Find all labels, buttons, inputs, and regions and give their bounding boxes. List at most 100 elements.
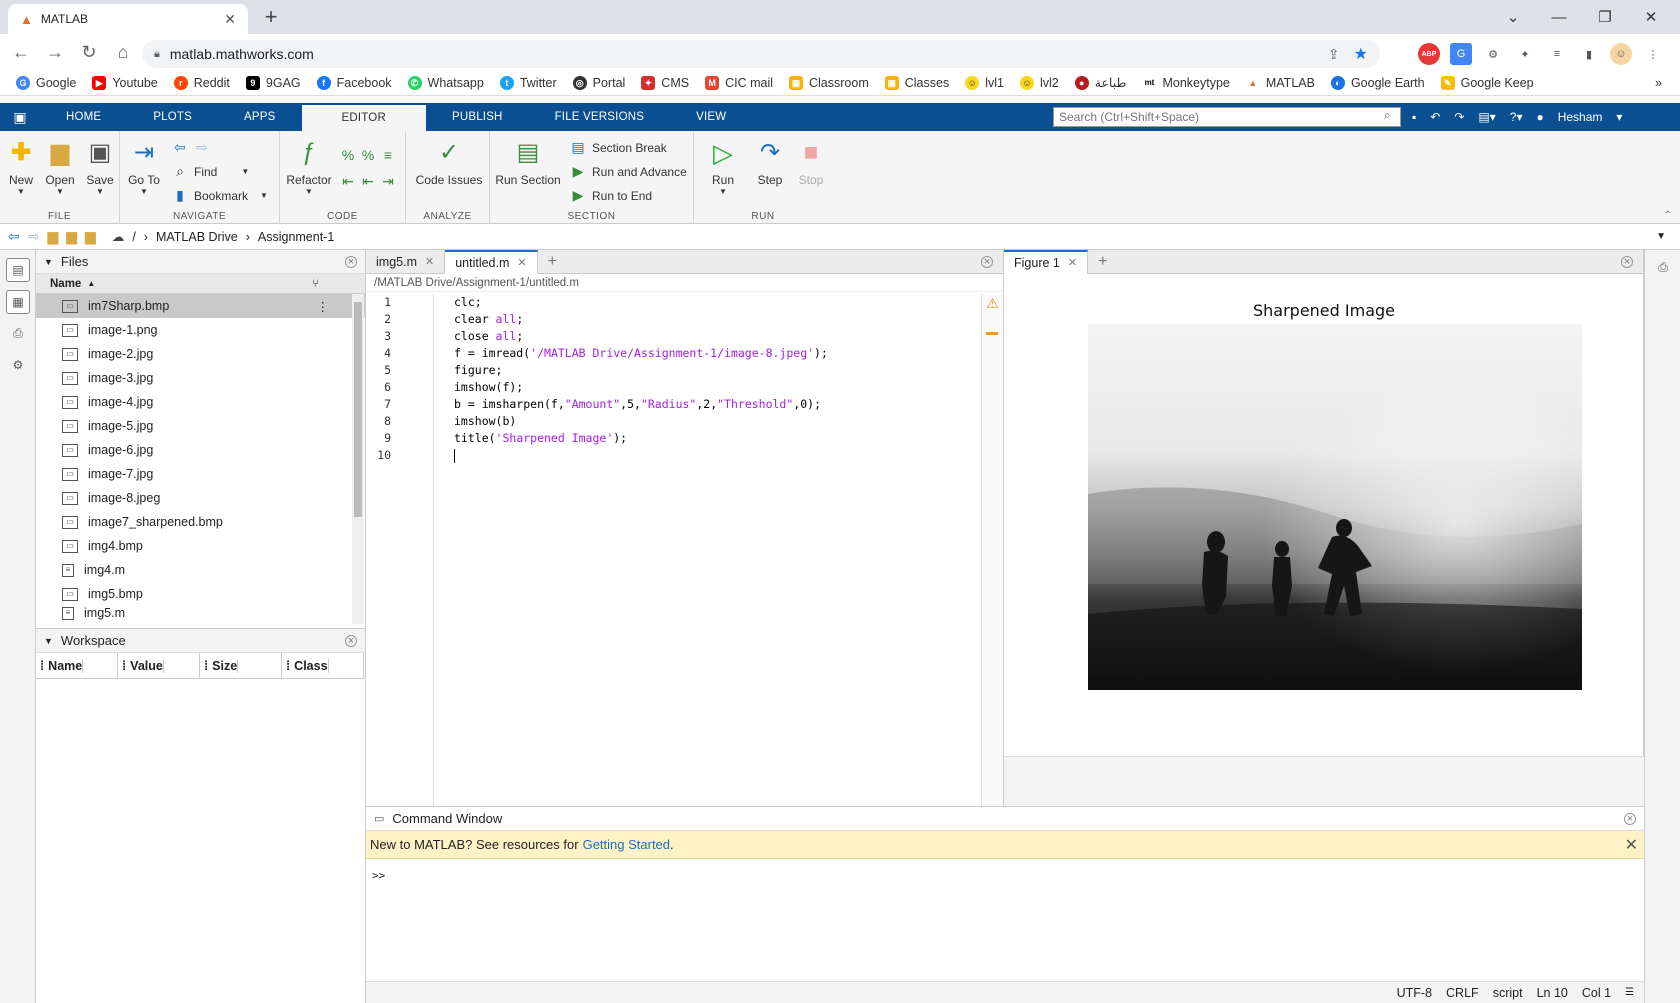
profile-avatar[interactable]: ☺ [1610, 43, 1632, 65]
search-icon[interactable]: ⌕ [1384, 108, 1391, 123]
path-root[interactable]: / [132, 230, 135, 244]
figure-tab[interactable]: Figure 1 ✕ [1004, 249, 1089, 274]
path-dropdown-icon[interactable]: ▼ [1656, 231, 1666, 242]
up-folder-icon[interactable]: ▆ [47, 228, 58, 245]
find-button[interactable]: ⌕ Find ▼ [172, 163, 249, 180]
increase-indent-icon[interactable]: ⇥ [380, 173, 396, 190]
user-menu-chevron-icon[interactable]: ▾ [1616, 110, 1622, 124]
adblock-extension-icon[interactable]: ABP [1418, 43, 1440, 65]
run-and-advance-button[interactable]: ▶ Run and Advance [570, 163, 687, 180]
close-banner-icon[interactable]: ✕ [1625, 835, 1638, 855]
browse-folder-icon[interactable]: ▆ [66, 228, 77, 245]
path-drive[interactable]: MATLAB Drive [156, 230, 238, 244]
status-menu-icon[interactable]: ☰ [1625, 987, 1634, 998]
openai-extension-icon[interactable]: ⚙ [1482, 43, 1504, 65]
panel-close-icon[interactable]: × [1624, 812, 1636, 825]
file-row[interactable]: ▭ image-7.jpg [36, 462, 365, 486]
reload-button[interactable]: ↻ [74, 37, 104, 67]
run-to-end-button[interactable]: ▶ Run to End [570, 187, 652, 204]
command-prompt[interactable]: >> [366, 859, 1644, 892]
bookmark-google-keep[interactable]: ✎ Google Keep [1440, 75, 1534, 90]
editor-tab-untitled[interactable]: untitled.m ✕ [445, 249, 538, 274]
comment-icon[interactable]: % [340, 147, 356, 163]
save-quick-icon[interactable]: ▪ [1412, 110, 1416, 124]
user-name[interactable]: Hesham [1558, 110, 1603, 124]
panel-close-icon[interactable]: × [981, 255, 993, 268]
close-tab-icon[interactable]: ✕ [224, 11, 236, 28]
side-panel-icon[interactable]: ▮ [1578, 43, 1600, 65]
file-row[interactable]: ▭ image-8.jpeg [36, 486, 365, 510]
addons-panel-icon[interactable]: ⚙ [6, 354, 30, 378]
bookmark-cms[interactable]: ✦ CMS [641, 75, 689, 90]
tab-plots[interactable]: PLOTS [127, 103, 218, 131]
help-icon[interactable]: ?▾ [1510, 110, 1523, 124]
file-row[interactable]: ▭ image-4.jpg [36, 390, 365, 414]
url-bar[interactable]: 🔒︎ matlab.mathworks.com ⇪ ★ [142, 40, 1380, 68]
collapse-chevron-icon[interactable]: ▼ [44, 636, 53, 646]
code-line[interactable] [454, 447, 828, 464]
code-line[interactable]: imshow(b) [454, 413, 828, 430]
new-figure-tab-icon[interactable]: + [1088, 253, 1117, 271]
more-bookmarks-icon[interactable]: » [1655, 76, 1662, 90]
bookmark-9gag[interactable]: 9 9GAG [245, 75, 301, 90]
code-line[interactable]: title('Sharpened Image'); [454, 430, 828, 447]
file-row[interactable]: ▭ img4.bmp [36, 534, 365, 558]
run-button[interactable]: ▷ Run ▼ [708, 139, 738, 196]
code-line[interactable]: b = imsharpen(f,"Amount",5,"Radius",2,"T… [454, 396, 828, 413]
wrap-comment-icon[interactable]: ≡ [380, 147, 396, 163]
window-layout-icon[interactable]: ▤▾ [1478, 110, 1495, 124]
file-row[interactable]: ▭ img5.bmp [36, 582, 365, 606]
warning-icon[interactable]: ⚠ [982, 295, 1003, 312]
code-line[interactable]: clc; [454, 294, 828, 311]
bookmark-matlab[interactable]: ▲ MATLAB [1245, 75, 1315, 90]
decrease-indent-icon[interactable]: ⇤ [360, 173, 376, 190]
panel-close-icon[interactable]: × [345, 634, 357, 647]
section-break-button[interactable]: ▤ Section Break [570, 139, 666, 156]
history-panel-icon[interactable]: ⎙ [6, 322, 30, 346]
code-line[interactable]: clear all; [454, 311, 828, 328]
bookmark-button[interactable]: ▮ Bookmark ▼ [172, 187, 268, 204]
layout-icon[interactable]: ▣ [0, 109, 40, 126]
file-row[interactable]: ▭ image-2.jpg [36, 342, 365, 366]
files-column-header[interactable]: Name ▲ ⑂ [36, 274, 365, 294]
translate-extension-icon[interactable]: G [1450, 43, 1472, 65]
workspace-panel-icon[interactable]: ▦ [6, 290, 30, 314]
back-button[interactable]: ← [6, 37, 36, 67]
forward-button[interactable]: → [40, 37, 70, 67]
stop-button[interactable]: ■ Stop [796, 139, 826, 187]
tab-apps[interactable]: APPS [218, 103, 301, 131]
tab-search-icon[interactable]: ⌄ [1490, 8, 1536, 26]
uncomment-icon[interactable]: % [360, 147, 376, 163]
code-line[interactable]: figure; [454, 362, 828, 379]
bookmark-google[interactable]: G Google [16, 75, 76, 90]
new-button[interactable]: ✚ New ▼ [6, 139, 36, 196]
step-button[interactable]: ↷ Step [754, 139, 786, 187]
file-row[interactable]: ≡ img5.m [36, 606, 365, 620]
bookmark-monkeytype[interactable]: mt Monkeytype [1142, 75, 1230, 90]
bookmark-twitter[interactable]: t Twitter [499, 75, 557, 90]
bookmark-facebook[interactable]: f Facebook [316, 75, 392, 90]
bookmark-classes[interactable]: ▣ Classes [884, 75, 949, 90]
tab-file-versions[interactable]: FILE VERSIONS [529, 103, 671, 131]
minimize-button[interactable]: — [1536, 9, 1582, 26]
code-area[interactable]: clc; clear all; close all; f = imread('/MAT… [454, 294, 828, 464]
panel-close-icon[interactable]: × [345, 255, 357, 268]
media-control-icon[interactable]: ≡ [1546, 43, 1568, 65]
close-tab-icon[interactable]: ✕ [425, 255, 434, 268]
maximize-button[interactable]: ❐ [1582, 8, 1628, 26]
getting-started-link[interactable]: Getting Started [583, 837, 670, 852]
collapse-chevron-icon[interactable]: ▼ [44, 257, 53, 267]
close-window-button[interactable]: ✕ [1628, 8, 1674, 26]
ws-column-value[interactable]: ⁞ Value [118, 652, 200, 679]
panel-close-icon[interactable]: × [1621, 255, 1633, 268]
folder-settings-icon[interactable]: ▆ [85, 228, 96, 245]
bookmark-google-earth[interactable]: ◐ Google Earth [1330, 75, 1425, 90]
code-issues-button[interactable]: ✓ Code Issues [414, 139, 484, 187]
scrollbar-thumb[interactable] [354, 302, 362, 517]
open-button[interactable]: ▆ Open ▼ [42, 139, 78, 196]
bookmark-cic-mail[interactable]: M CIC mail [705, 75, 773, 90]
path-forward-icon[interactable]: ⇨ [28, 228, 40, 245]
extensions-puzzle-icon[interactable]: ✦ [1514, 43, 1536, 65]
undo-icon[interactable]: ↶ [1430, 110, 1440, 124]
home-button[interactable]: ⌂ [108, 37, 138, 67]
